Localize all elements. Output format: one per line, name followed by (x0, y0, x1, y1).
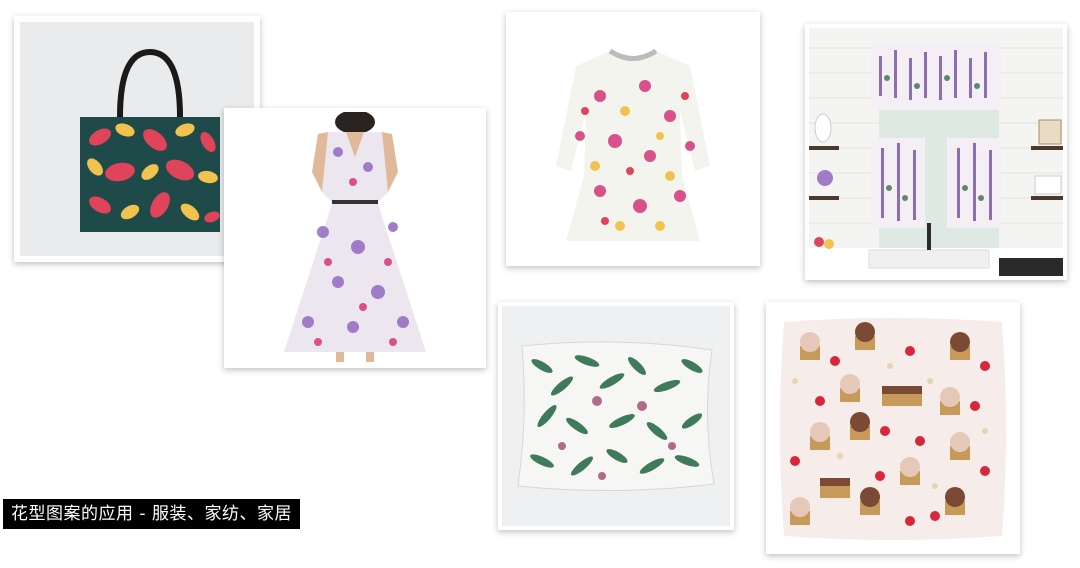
pillow-icon (517, 341, 715, 492)
floral-dress-card[interactable] (224, 108, 486, 368)
kitchen-curtains-card[interactable] (805, 24, 1067, 280)
caption-label: 花型图案的应用 - 服装、家纺、家居 (3, 499, 300, 529)
dress-icon (284, 112, 426, 362)
page: { "caption": "花型图案的应用 - 服装、家纺、家居", "prod… (0, 0, 1080, 568)
pillow-icon (780, 318, 1006, 540)
leaf-pillow-card[interactable] (498, 302, 734, 530)
dress-icon (556, 48, 710, 241)
kids-floral-dress-card[interactable] (506, 12, 760, 266)
tote-bag-icon (80, 48, 220, 232)
cupcake-pillow-card[interactable] (766, 302, 1020, 554)
curtain-icon (809, 44, 1063, 276)
